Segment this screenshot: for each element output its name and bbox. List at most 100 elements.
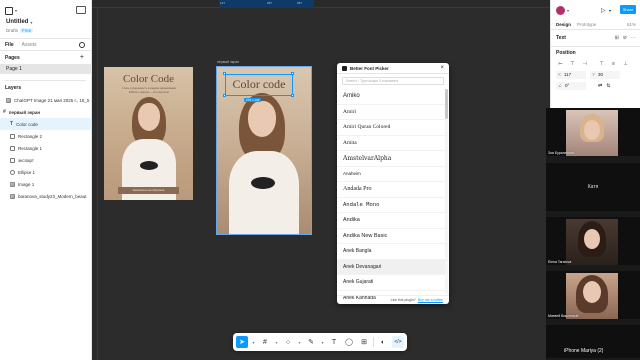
avatar[interactable] — [556, 5, 565, 15]
layer-item[interactable]: экспарт — [0, 154, 91, 166]
link-icon[interactable]: ⊘ — [623, 35, 627, 41]
chevron-down-icon[interactable]: ▾ — [297, 336, 302, 348]
layer-item[interactable]: baranova_study23_Modern_beaut — [0, 190, 91, 202]
pages-section: Pages + Page 1 — [0, 51, 91, 81]
poster-image[interactable]: Color Code Стиль и уверенность в каждом … — [104, 67, 193, 200]
ui3-toggle[interactable]: ◐ — [377, 336, 389, 348]
plan-badge: Free — [20, 28, 34, 33]
x-field[interactable]: X 117 — [556, 70, 586, 79]
flip-h-icon[interactable]: ⇄ — [598, 83, 602, 89]
tab-prototype[interactable]: Prototype — [577, 22, 596, 27]
participant-tile[interactable]: Зоя Бурагинина — [546, 108, 640, 158]
rectangle-icon — [10, 133, 15, 139]
close-icon[interactable]: × — [440, 65, 444, 71]
canvas[interactable]: Color Code Стиль и уверенность в каждом … — [98, 8, 550, 360]
file-title[interactable]: Untitled ▾ — [6, 19, 32, 25]
selected-text-layer[interactable]: Color code — [225, 74, 293, 96]
participant-name: Катя — [587, 184, 599, 190]
buy-coffee-link[interactable]: Buy me a coffee — [418, 298, 443, 302]
resize-handle[interactable] — [223, 94, 226, 97]
layer-item[interactable]: Ellipse 1 — [0, 166, 91, 178]
main-menu-button[interactable]: ▾ — [5, 6, 23, 15]
tab-design[interactable]: Design — [556, 22, 571, 27]
font-item-hovered[interactable]: Anek Devanagari — [337, 259, 445, 275]
font-item[interactable]: Amiri — [337, 105, 445, 120]
resize-handle[interactable] — [223, 72, 226, 75]
chevron-down-icon: ▾ — [15, 8, 18, 13]
layer-item-selected[interactable]: T Color code — [0, 118, 91, 130]
shape-tool-button[interactable]: ○ — [282, 336, 294, 348]
font-item[interactable]: Amita — [337, 136, 445, 151]
resize-handle[interactable] — [291, 94, 294, 97]
font-item[interactable]: Amiko — [337, 89, 445, 105]
font-list[interactable]: Amiko Amiri Amiri Quran Colored Amita Am… — [337, 89, 445, 301]
align-left-icon[interactable]: ⊢ — [556, 61, 565, 68]
font-search-input[interactable]: Search / Type shape 3 characters — [342, 77, 444, 85]
font-item[interactable]: Andada Pro — [337, 182, 445, 198]
layer-item[interactable]: Image 1 — [0, 178, 91, 190]
align-bottom-icon[interactable]: ⊥ — [621, 61, 630, 68]
font-item[interactable]: Andale Mono — [337, 198, 445, 213]
share-button[interactable]: Share — [620, 5, 636, 14]
layer-item[interactable]: Rectangle 2 — [0, 130, 91, 142]
y-field[interactable]: Y 30 — [590, 70, 620, 79]
font-item[interactable]: Anek Bangla — [337, 244, 445, 260]
layer-item[interactable]: Rectangle 1 — [0, 142, 91, 154]
search-icon[interactable] — [79, 42, 85, 48]
position-section-header: Position — [556, 50, 576, 56]
chevron-down-icon[interactable]: ▾ — [251, 336, 256, 348]
text-icon: T — [10, 121, 14, 127]
dots-icon[interactable]: ⋯ — [631, 35, 636, 41]
font-item[interactable]: AmstelvarAlpha — [337, 151, 445, 167]
align-top-icon[interactable]: ⊤ — [597, 61, 606, 68]
actions-button[interactable]: ⊞ — [358, 336, 370, 348]
font-item[interactable]: Anek Gujarati — [337, 275, 445, 291]
font-list-scrollbar[interactable] — [445, 89, 448, 294]
participant-tile[interactable]: Матвей Вишневый — [546, 271, 640, 321]
layer-item[interactable]: # первый экран — [0, 106, 91, 118]
frame-label[interactable]: первый экран — [217, 60, 239, 64]
file-title-text: Untitled — [6, 19, 29, 25]
scrollbar-thumb[interactable] — [445, 89, 448, 119]
chevron-down-icon[interactable]: ▾ — [609, 8, 611, 13]
comment-tool-button[interactable]: ◯ — [343, 336, 355, 348]
participant-tile[interactable]: Elena Taratova — [546, 217, 640, 267]
participant-tile[interactable]: iPhone Mariya (2) — [546, 325, 640, 360]
play-icon[interactable]: ▷ — [601, 7, 606, 14]
file-location-text: Drafts — [6, 28, 19, 33]
frame-first-screen[interactable]: Color code 278 × 104 — [216, 66, 312, 235]
rotation-field[interactable]: ∠ 0° — [556, 81, 586, 90]
participant-tile[interactable]: Катя — [546, 163, 640, 213]
chevron-down-icon[interactable]: ▾ — [274, 336, 279, 348]
dev-mode-button[interactable]: </> — [392, 336, 404, 348]
resize-handle[interactable] — [291, 72, 294, 75]
font-item[interactable]: Andika New Basic — [337, 229, 445, 244]
rotation-icon: ∠ — [558, 82, 563, 88]
chevron-down-icon[interactable]: ▾ — [320, 336, 325, 348]
font-item[interactable]: Andika — [337, 213, 445, 229]
font-item[interactable]: Amiri Quran Colored — [337, 120, 445, 136]
zoom-level[interactable]: 61% — [627, 22, 636, 27]
layer-item[interactable]: ChatGPT Image 21 мая 2025 г., 18_5 — [0, 94, 91, 106]
align-right-icon[interactable]: ⊣ — [580, 61, 589, 68]
flip-v-icon[interactable]: ⇅ — [606, 83, 610, 89]
font-picker-plugin: Better Font Picker × Search / Type shape… — [337, 63, 449, 304]
font-item[interactable]: Anaheim — [337, 167, 445, 182]
chevron-down-icon[interactable]: ▾ — [567, 8, 569, 13]
page-item[interactable]: Page 1 — [0, 64, 91, 74]
add-page-icon[interactable]: + — [80, 54, 84, 61]
right-header: ▾ ▷ ▾ Share — [551, 0, 640, 20]
file-location: Drafts Free — [6, 28, 34, 33]
tab-file[interactable]: File — [5, 42, 14, 48]
move-tool-button[interactable]: ➤ — [236, 336, 248, 348]
text-section-header: Text — [556, 35, 566, 41]
frame-tool-button[interactable]: # — [259, 336, 271, 348]
pen-tool-button[interactable]: ✎ — [305, 336, 317, 348]
grid-icon[interactable]: ⊞ — [615, 35, 619, 41]
text-tool-button[interactable]: T — [328, 336, 340, 348]
align-middle-icon[interactable]: ≡ — [609, 61, 618, 68]
align-center-h-icon[interactable]: ⊤ — [568, 61, 577, 68]
layer-label: baranova_study23_Modern_beaut — [18, 193, 87, 199]
sidebar-toggle-icon[interactable] — [76, 6, 86, 14]
tab-assets[interactable]: Assets — [22, 42, 37, 48]
